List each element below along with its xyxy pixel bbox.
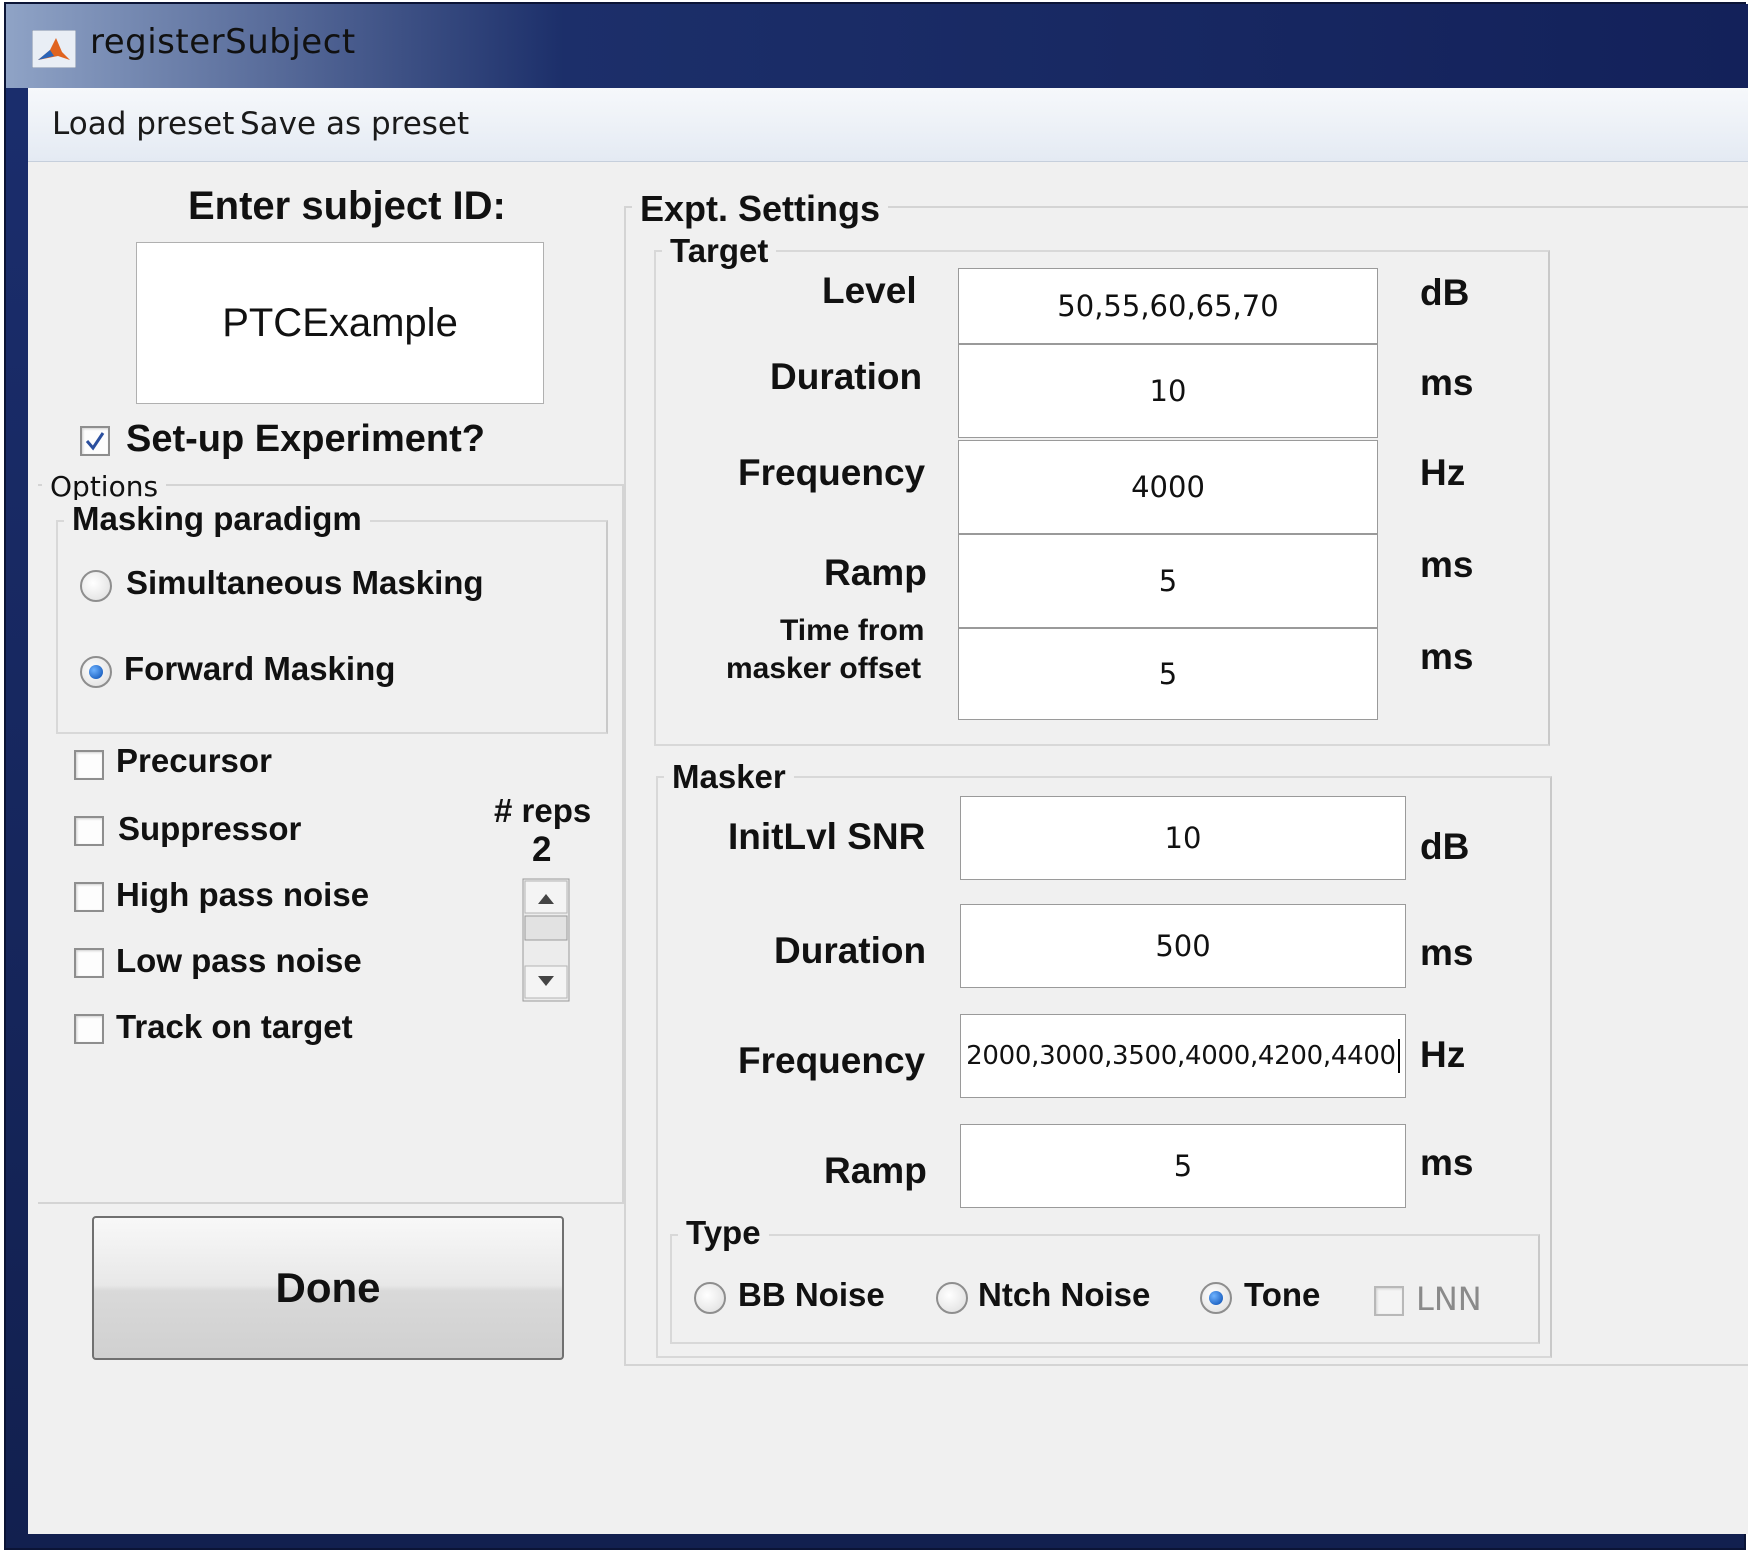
text-cursor: [1397, 1039, 1400, 1073]
suppressor-label: Suppressor: [118, 810, 302, 847]
menu-bar: Load preset Save as preset: [28, 88, 1748, 162]
radio-selected-dot: [1209, 1291, 1223, 1305]
target-time-offset-unit: ms: [1420, 636, 1474, 677]
forward-masking-radio[interactable]: [80, 656, 112, 688]
masker-initlvl-label: InitLvl SNR: [728, 816, 926, 857]
target-frequency-input[interactable]: 4000: [958, 440, 1378, 534]
menu-save-preset[interactable]: Save as preset: [240, 106, 469, 142]
tone-label: Tone: [1244, 1276, 1321, 1313]
precursor-label: Precursor: [116, 742, 272, 779]
reps-value: 2: [532, 830, 552, 869]
target-duration-input[interactable]: 10: [958, 344, 1378, 438]
masker-duration-label: Duration: [774, 930, 927, 971]
done-button[interactable]: Done: [92, 1216, 564, 1360]
masker-ramp-input[interactable]: 5: [960, 1124, 1406, 1208]
ntch-noise-label: Ntch Noise: [978, 1276, 1151, 1313]
target-level-unit: dB: [1420, 272, 1470, 313]
bb-noise-radio[interactable]: [694, 1282, 726, 1314]
menu-load-preset[interactable]: Load preset: [52, 106, 234, 142]
radio-selected-dot: [89, 665, 103, 679]
register-subject-window: registerSubject Load preset Save as pres…: [4, 2, 1748, 1550]
masker-duration-unit: ms: [1420, 932, 1474, 973]
target-level-label: Level: [822, 270, 917, 311]
options-title: Options: [42, 470, 167, 503]
target-ramp-label: Ramp: [824, 552, 927, 593]
target-duration-unit: ms: [1420, 362, 1474, 403]
forward-masking-label: Forward Masking: [124, 650, 396, 687]
masking-paradigm-title: Masking paradigm: [64, 500, 370, 538]
low-pass-noise-label: Low pass noise: [116, 942, 362, 979]
tone-radio[interactable]: [1200, 1282, 1232, 1314]
reps-label: # reps: [494, 792, 592, 829]
setup-experiment-checkbox[interactable]: [80, 426, 110, 456]
masker-initlvl-input[interactable]: 10: [960, 796, 1406, 880]
target-ramp-unit: ms: [1420, 544, 1474, 585]
expt-settings-title: Expt. Settings: [632, 188, 889, 230]
bb-noise-label: BB Noise: [738, 1276, 885, 1313]
lnn-label: LNN: [1416, 1280, 1482, 1318]
window-title: registerSubject: [90, 22, 356, 62]
subject-id-input[interactable]: PTCExample: [136, 242, 544, 404]
suppressor-checkbox[interactable]: [74, 816, 104, 846]
simultaneous-masking-label: Simultaneous Masking: [126, 564, 484, 601]
simultaneous-masking-radio[interactable]: [80, 570, 112, 602]
subject-id-heading: Enter subject ID:: [188, 184, 506, 228]
target-time-offset-input[interactable]: 5: [958, 628, 1378, 720]
masking-paradigm-group: [56, 520, 608, 734]
masker-frequency-label: Frequency: [738, 1040, 926, 1081]
matlab-icon: [32, 30, 76, 68]
target-level-input[interactable]: 50,55,60,65,70: [958, 268, 1378, 344]
masker-frequency-unit: Hz: [1420, 1034, 1466, 1075]
ntch-noise-radio[interactable]: [936, 1282, 968, 1314]
masker-frequency-value: 2000,3000,3500,4000,4200,4400: [966, 1041, 1396, 1071]
high-pass-noise-checkbox[interactable]: [74, 882, 104, 912]
target-time-offset-label-line2: masker offset: [726, 652, 922, 685]
checkmark-icon: [85, 432, 105, 451]
target-title: Target: [662, 232, 777, 270]
track-on-target-checkbox[interactable]: [74, 1014, 104, 1044]
lnn-checkbox[interactable]: [1374, 1286, 1404, 1316]
track-on-target-label: Track on target: [116, 1008, 353, 1045]
target-time-offset-label-line1: Time from: [780, 614, 925, 647]
masker-initlvl-unit: dB: [1420, 826, 1470, 867]
masker-frequency-input[interactable]: 2000,3000,3500,4000,4200,4400: [960, 1014, 1406, 1098]
masker-ramp-label: Ramp: [824, 1150, 927, 1191]
high-pass-noise-label: High pass noise: [116, 876, 370, 913]
low-pass-noise-checkbox[interactable]: [74, 948, 104, 978]
target-duration-label: Duration: [770, 356, 923, 397]
setup-experiment-label: Set-up Experiment?: [126, 418, 485, 460]
reps-spinner[interactable]: [522, 878, 570, 1002]
precursor-checkbox[interactable]: [74, 750, 104, 780]
masker-duration-input[interactable]: 500: [960, 904, 1406, 988]
main-panel: Enter subject ID: PTCExample Set-up Expe…: [28, 162, 1748, 1534]
masker-type-title: Type: [678, 1214, 769, 1252]
target-frequency-unit: Hz: [1420, 452, 1466, 493]
target-frequency-label: Frequency: [738, 452, 926, 493]
masker-title: Masker: [664, 758, 794, 796]
masker-ramp-unit: ms: [1420, 1142, 1474, 1183]
title-bar[interactable]: registerSubject: [6, 4, 1748, 88]
target-ramp-input[interactable]: 5: [958, 534, 1378, 628]
spinner-thumb: [524, 915, 568, 941]
